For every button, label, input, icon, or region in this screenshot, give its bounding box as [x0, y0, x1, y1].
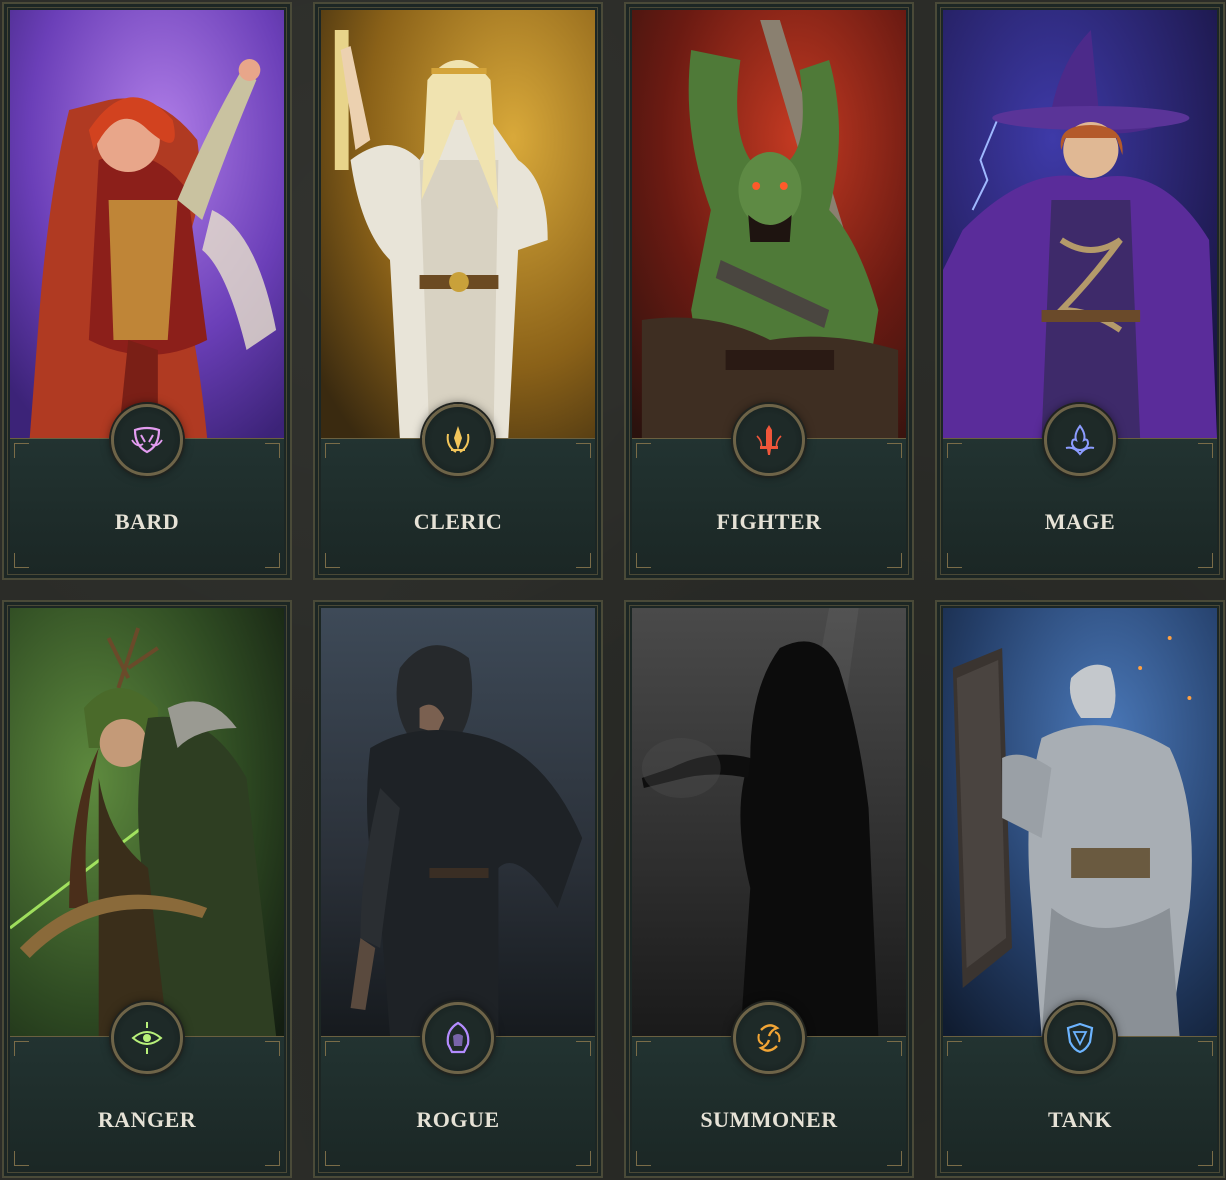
bard-label: BARD: [114, 509, 180, 534]
summoner-label: SUMMONER: [700, 1107, 838, 1132]
class-card-tank[interactable]: TANK: [935, 600, 1225, 1178]
fighter-label: FIGHTER: [716, 509, 822, 534]
rogue-label: ROGUE: [416, 1107, 500, 1132]
cleric-portrait: [321, 10, 595, 438]
ranger-label: RANGER: [97, 1107, 197, 1132]
tank-shield-icon: [1066, 1022, 1094, 1054]
fighter-sword-icon: [756, 425, 782, 455]
mage-flame-icon: [1065, 424, 1095, 456]
class-grid: BARD CLERIC FIGHTER MAGE RANGER ROGUE SU…: [0, 0, 1226, 1180]
cleric-label: CLERIC: [413, 509, 503, 534]
summoner-emblem: [733, 1002, 805, 1074]
fighter-portrait: [632, 10, 906, 438]
class-card-cleric[interactable]: CLERIC: [313, 2, 603, 580]
tank-portrait: [943, 608, 1217, 1036]
rogue-hood-icon: [446, 1021, 470, 1054]
summoner-swirl-icon: [757, 1024, 781, 1052]
cleric-flame-icon: [446, 426, 470, 453]
bard-portrait: [10, 10, 284, 438]
ranger-portrait: [10, 608, 284, 1036]
class-card-rogue[interactable]: ROGUE: [313, 600, 603, 1178]
mage-label: MAGE: [1044, 509, 1116, 534]
ranger-emblem: [111, 1002, 183, 1074]
fighter-emblem: [733, 404, 805, 476]
bard-emblem: [111, 404, 183, 476]
rogue-emblem: [422, 1002, 494, 1074]
class-card-summoner[interactable]: SUMMONER: [624, 600, 914, 1178]
class-card-fighter[interactable]: FIGHTER: [624, 2, 914, 580]
mage-emblem: [1044, 404, 1116, 476]
tank-label: TANK: [1048, 1107, 1112, 1132]
ranger-eye-icon: [131, 1022, 163, 1054]
summoner-portrait: [632, 608, 906, 1036]
bard-mask-icon: [131, 426, 163, 454]
class-card-bard[interactable]: BARD: [2, 2, 292, 580]
rogue-portrait: [321, 608, 595, 1036]
class-card-mage[interactable]: MAGE: [935, 2, 1225, 580]
cleric-emblem: [422, 404, 494, 476]
mage-portrait: [943, 10, 1217, 438]
class-card-ranger[interactable]: RANGER: [2, 600, 292, 1178]
tank-emblem: [1044, 1002, 1116, 1074]
